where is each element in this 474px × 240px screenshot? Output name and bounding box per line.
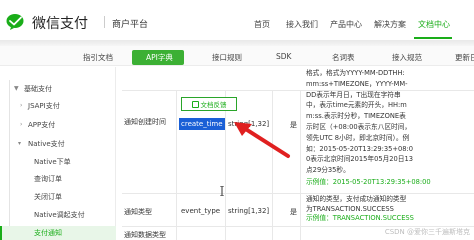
doc-feedback-label: 文档反馈 (200, 101, 227, 109)
sidebar-item-jsapi[interactable]: JSAPI支付 (28, 101, 60, 111)
sidebar-item-native[interactable]: Native支付 (28, 139, 65, 149)
param-desc-line: 如：2015-05-20T13:29:35+08:0 (306, 144, 413, 153)
table-column-divider (225, 90, 226, 240)
brand-subtitle: 商户平台 (112, 20, 149, 30)
param-desc-line: DD表示年月日，T出现在字符串 (306, 90, 401, 99)
param-field-create-time[interactable]: create_time (181, 120, 223, 128)
param-desc-line: 通知的类型，支付成功通知的类型 (306, 195, 407, 203)
topnav-products[interactable]: 产品中心 (330, 19, 362, 30)
param-desc-line: 点29分35秒。 (306, 166, 350, 175)
sidebar-item-basic-pay[interactable]: 基础支付 (24, 84, 52, 94)
topnav-solutions[interactable]: 解决方案 (374, 19, 406, 30)
table-column-divider (272, 90, 273, 240)
chevron-down-icon[interactable]: ▾ (18, 140, 21, 147)
mouse-cursor-icon (220, 186, 224, 196)
table-divider (122, 90, 474, 91)
param-desc-line: m:ss.表示时分秒，TIMEZONE表 (306, 112, 406, 121)
tab-integration-spec[interactable]: 接入规范 (392, 52, 422, 63)
tab-glossary[interactable]: 名词表 (332, 52, 355, 63)
param-name-event-type: 通知类型 (124, 208, 152, 216)
sidebar-item-query-order[interactable]: 查询订单 (34, 174, 62, 184)
sidebar-item-native-invoke[interactable]: Native调起支付 (34, 210, 85, 220)
feedback-icon (191, 100, 199, 108)
chevron-right-icon[interactable]: › (20, 102, 22, 109)
sidebar-item-app[interactable]: APP支付 (28, 120, 55, 130)
table-divider (122, 193, 474, 194)
topnav-active-indicator (414, 37, 452, 39)
sidebar-active-indicator (0, 226, 2, 240)
sidebar-item-native-order[interactable]: Native下单 (34, 157, 71, 167)
table-column-divider (176, 90, 177, 240)
brand-title: 微信支付 (32, 16, 88, 32)
param-field-event-type[interactable]: event_type (181, 207, 220, 215)
param-desc-line: mm:ss+TIMEZONE，YYYY-MM- (306, 79, 408, 88)
annotation-arrow-icon (234, 122, 290, 158)
tab-api-dictionary[interactable]: API字典 (146, 52, 173, 63)
sidebar-tree-line (9, 80, 10, 240)
topnav-join[interactable]: 接入我们 (286, 19, 318, 30)
tab-changelog[interactable]: 更新日 (455, 52, 474, 63)
param-name-create-time: 通知创建时间 (124, 118, 166, 126)
param-desc-line: 格式，格式为YYYY-MM-DDTHH: (306, 69, 405, 77)
param-required-event-type: 是 (290, 208, 297, 216)
wechat-pay-logo-icon (6, 14, 24, 30)
param-desc-line: 0表示北京时间2015年05月20日13 (306, 155, 413, 164)
topnav-home[interactable]: 首页 (254, 19, 270, 30)
doc-feedback-button[interactable]: 文档反馈 (181, 97, 237, 111)
param-example-event-type: 示例值：TRANSACTION.SUCCESS (306, 214, 414, 222)
param-type-event-type: string[1,32] (228, 207, 270, 215)
topnav-docs[interactable]: 文档中心 (418, 19, 450, 30)
param-desc-line: 示时区（+08:00表示东八区时间， (306, 123, 412, 131)
table-column-divider (300, 90, 301, 240)
param-example-create-time: 示例值：2015-05-20T13:29:35+08:00 (306, 178, 431, 186)
chevron-down-icon[interactable]: ▼ (14, 85, 19, 92)
param-desc-line: 领先UTC 8小时，即北京时间）。例 (306, 133, 410, 142)
chevron-right-icon[interactable]: › (20, 121, 22, 128)
tab-guide-docs[interactable]: 指引文档 (83, 52, 113, 63)
tab-interface-rules[interactable]: 接口规则 (212, 52, 242, 63)
param-name-next: 通知数据类型 (124, 231, 166, 239)
watermark-text: CSDN @爱你三千遍斯塔克 (384, 228, 470, 236)
param-desc-line: 中，表示time元素的开头，HH:m (306, 101, 407, 110)
brand-divider (104, 16, 105, 28)
tab-sdk[interactable]: SDK (276, 52, 291, 61)
sidebar-item-pay-notify[interactable]: 支付通知 (34, 228, 62, 238)
sidebar-item-close-order[interactable]: 关闭订单 (34, 192, 62, 202)
